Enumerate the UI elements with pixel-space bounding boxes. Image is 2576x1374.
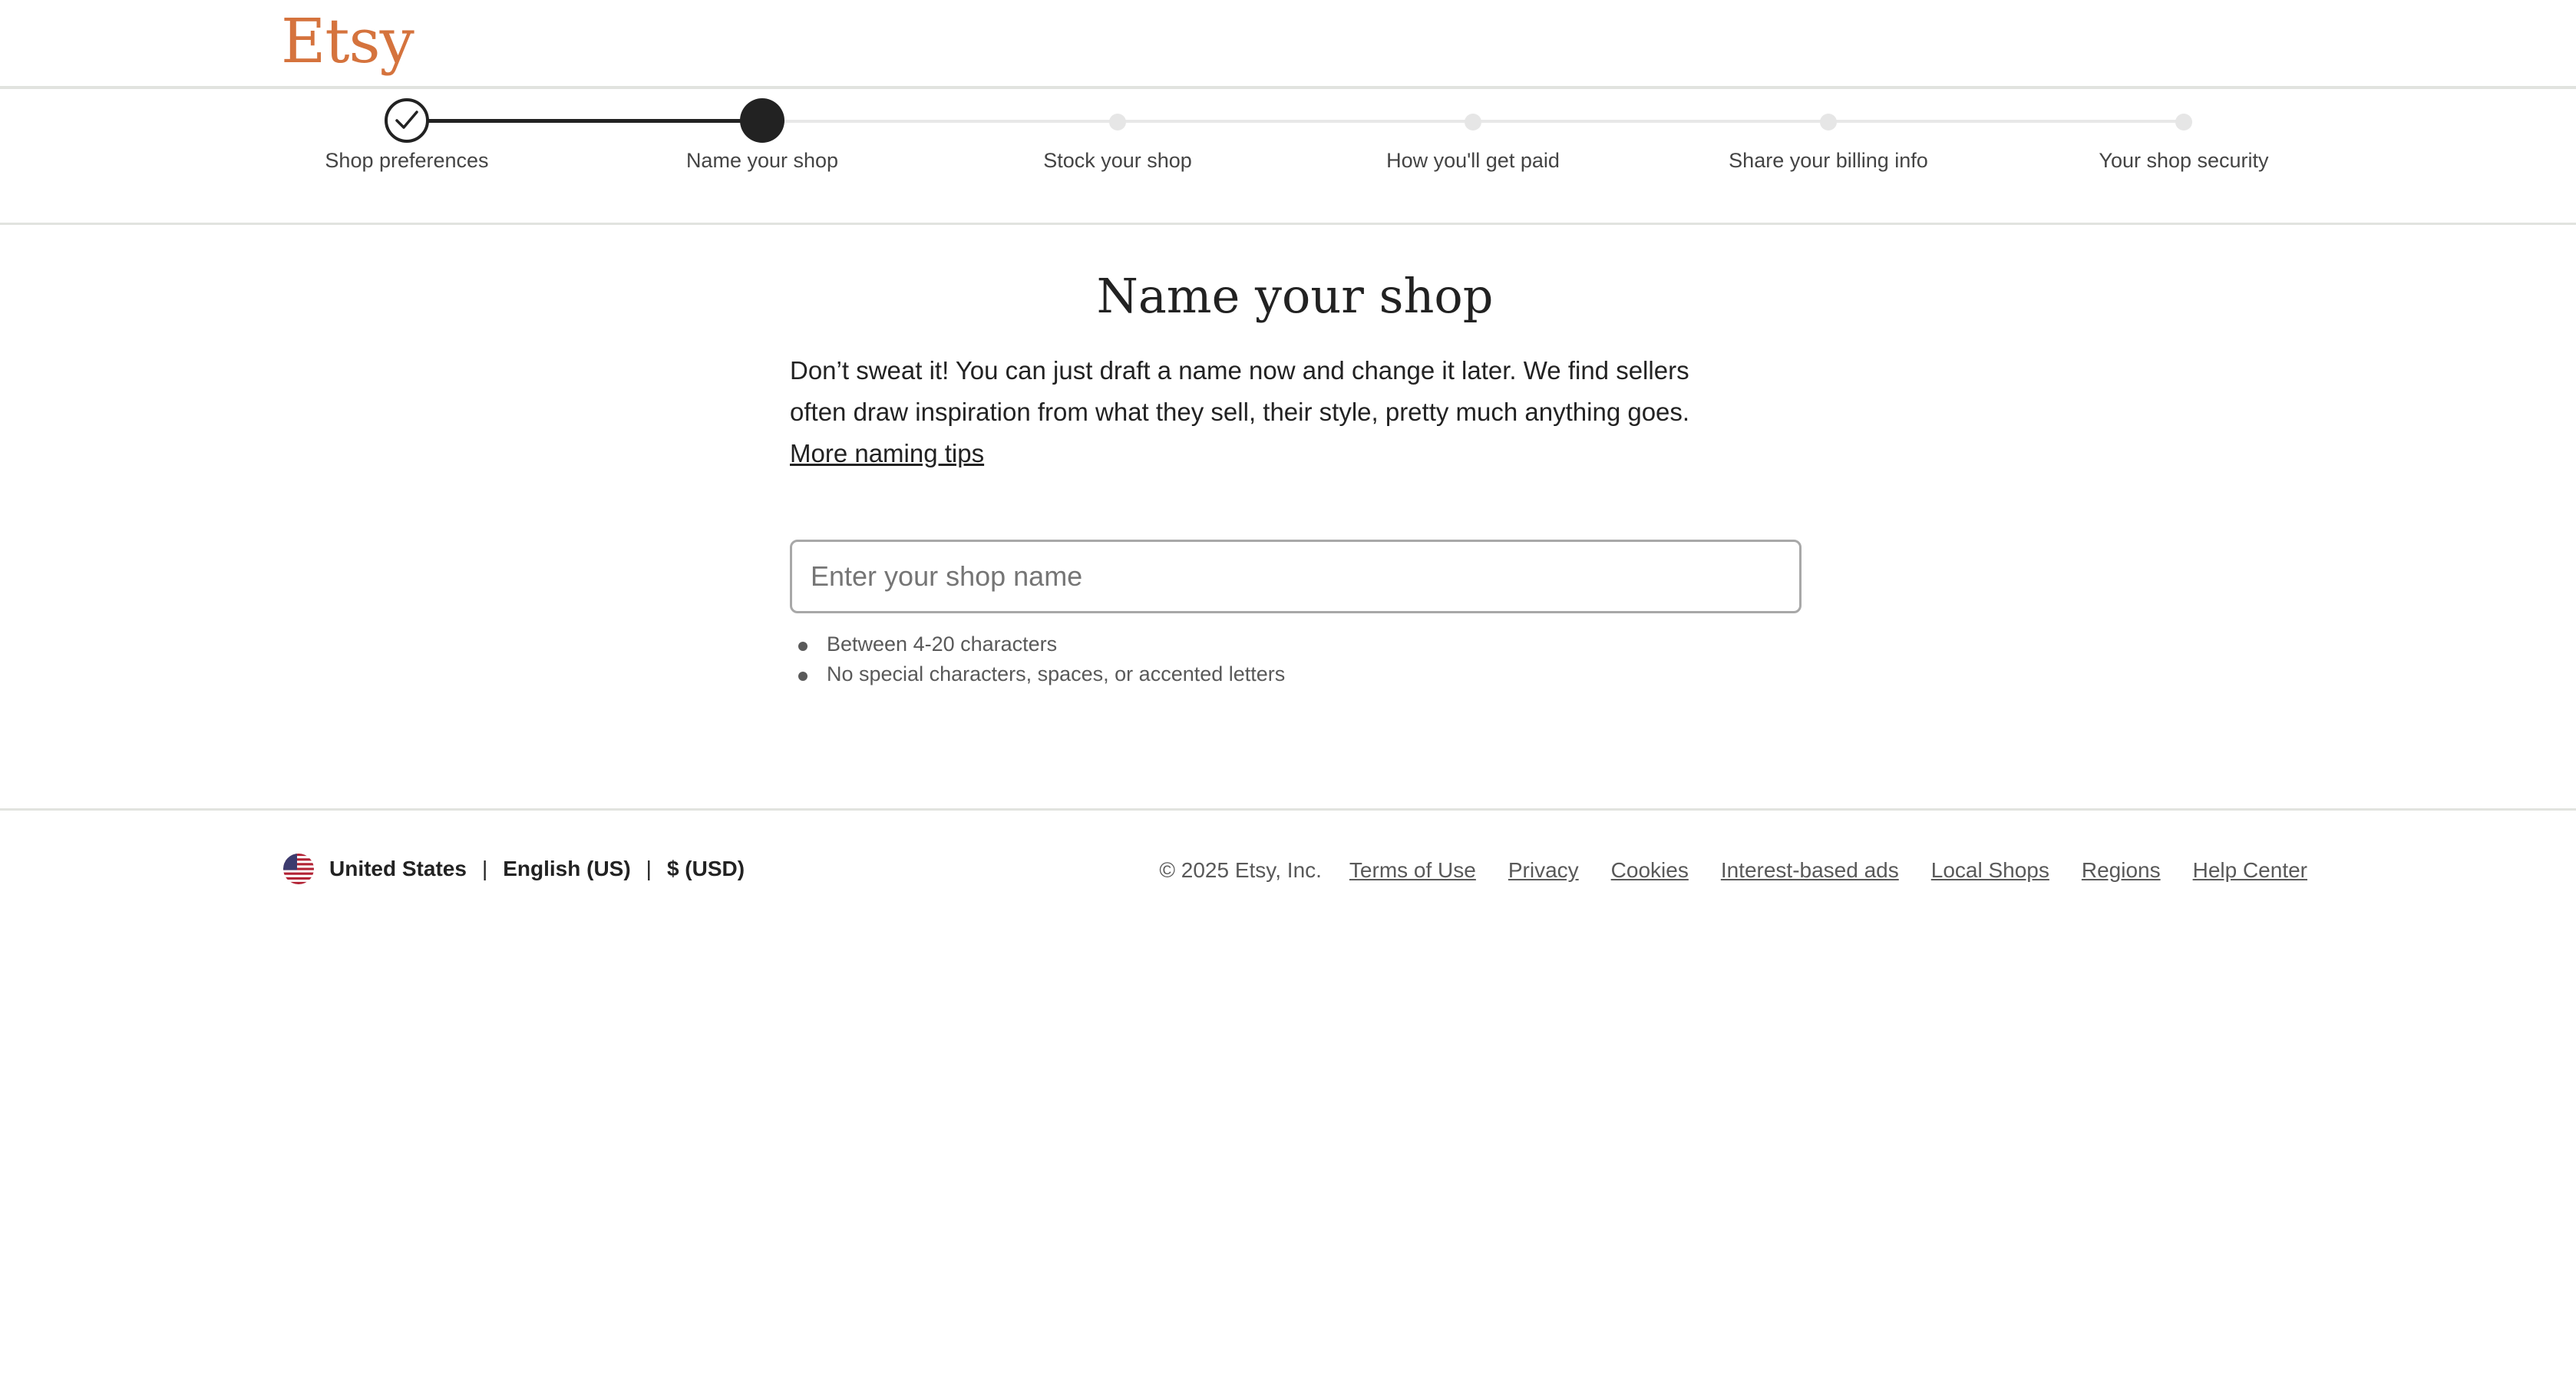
country-label: United States [329,857,467,880]
shop-name-requirements: Between 4-20 characters No special chara… [798,629,1285,689]
requirement-text: No special characters, spaces, or accent… [827,662,1286,685]
copyright-text: © 2025 Etsy, Inc. [1159,858,1322,882]
site-header: Etsy [0,0,2576,89]
intro-line: often draw inspiration from what they se… [790,398,1690,426]
step-label: Your shop security [2099,149,2269,172]
step-label: Shop preferences [325,149,489,172]
help-center-link[interactable]: Help Center [2193,858,2307,883]
bullet-icon [798,672,807,681]
interest-based-ads-link[interactable]: Interest-based ads [1721,858,1899,883]
us-flag-icon [283,854,314,884]
step-upcoming-indicator [2175,114,2192,130]
requirement-item: Between 4-20 characters [798,629,1285,659]
step-label: Share your billing info [1729,149,1928,172]
shop-name-input[interactable] [790,540,1802,613]
cookies-link[interactable]: Cookies [1611,858,1689,883]
requirement-item: No special characters, spaces, or accent… [798,659,1285,689]
regions-link[interactable]: Regions [2082,858,2161,883]
locale-settings[interactable]: United States | English (US) | $ (USD) [283,854,745,884]
intro-line: Don’t sweat it! You can just draft a nam… [790,356,1689,385]
page-title: Name your shop [1096,268,1494,324]
step-upcoming-indicator [1820,114,1837,130]
privacy-link[interactable]: Privacy [1508,858,1579,883]
requirement-text: Between 4-20 characters [827,633,1058,656]
step-label: Name your shop [685,149,839,172]
locale-separator: | [481,857,488,880]
language-label: English (US) [503,857,631,880]
step-label: Stock your shop [1043,149,1192,172]
step-upcoming-indicator [1465,114,1481,130]
progress-track-fill [407,119,762,123]
step-current-indicator [740,98,784,143]
intro-text: Don’t sweat it! You can just draft a nam… [790,350,1800,433]
bullet-icon [798,642,807,651]
step-label: How you'll get paid [1386,149,1560,172]
etsy-logo[interactable]: Etsy [281,3,414,80]
onboarding-progress: Shop preferences Name your shop Stock yo… [0,89,2576,225]
step-upcoming-indicator [1109,114,1126,130]
terms-of-use-link[interactable]: Terms of Use [1349,858,1476,883]
legal-links: © 2025 Etsy, Inc. Terms of Use Privacy C… [1159,858,2307,883]
local-shops-link[interactable]: Local Shops [1931,858,2049,883]
more-naming-tips-link[interactable]: More naming tips [790,433,984,474]
site-footer: United States | English (US) | $ (USD) ©… [0,808,2576,931]
currency-label: $ (USD) [666,857,745,880]
locale-separator: | [646,857,652,880]
step-complete-indicator [385,98,429,143]
checkmark-icon [395,111,418,129]
